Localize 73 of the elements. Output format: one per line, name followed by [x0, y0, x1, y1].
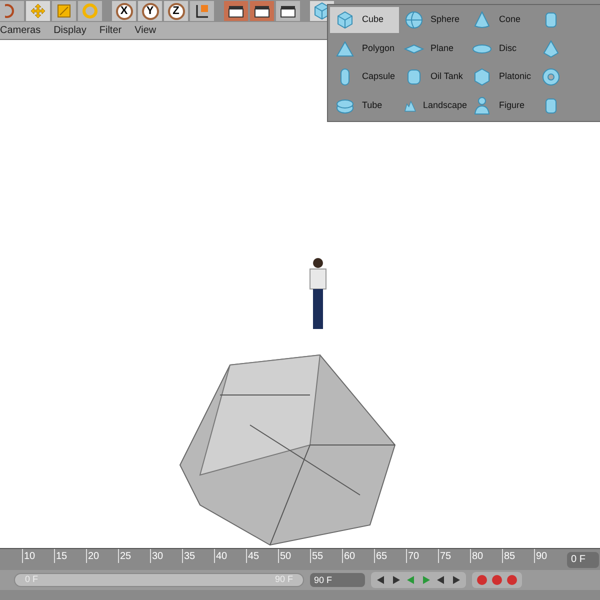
current-frame-field[interactable]: 0 F — [567, 552, 599, 568]
frame-tick-label: 70 — [406, 549, 438, 563]
scale-icon — [57, 4, 71, 18]
menu-item-label: Polygon — [362, 42, 395, 55]
menu-item-label: Capsule — [362, 70, 396, 84]
frame-tick-label: 30 — [150, 549, 182, 563]
playback-icon[interactable] — [435, 575, 447, 585]
playback-icon[interactable] — [390, 575, 402, 585]
render-picture-button[interactable] — [250, 1, 274, 21]
menu-item[interactable]: Plane — [398, 36, 467, 62]
menu-item-label: Disc — [499, 42, 516, 55]
menu-item[interactable]: View — [134, 23, 156, 38]
menu-item-label: Plane — [430, 42, 454, 55]
move-button[interactable] — [26, 1, 50, 21]
menu-item-label: Platonic — [499, 70, 532, 84]
axis-toggle-button[interactable]: X — [112, 1, 136, 21]
frame-tick-label: 50 — [278, 549, 310, 563]
menu-item[interactable]: Polygon — [330, 36, 398, 62]
render-view-button[interactable] — [224, 1, 248, 21]
axis-toggle-button[interactable]: Z — [164, 1, 188, 21]
menu-item[interactable]: Platonic — [467, 64, 536, 90]
menu-item-label: Cone — [499, 13, 521, 26]
frame-tick-label: 40 — [214, 549, 246, 563]
clapperboard-icon — [228, 4, 244, 18]
menu-item[interactable]: Filter — [99, 23, 122, 38]
menu-item-label: Oil Tank — [430, 70, 463, 84]
menu-item-label: Sphere — [430, 13, 460, 26]
frame-tick-label: 85 — [502, 549, 534, 563]
frame-tick-label: 65 — [374, 549, 406, 563]
frame-tick-label: 75 — [438, 549, 470, 563]
menu-item[interactable]: Tube — [330, 92, 398, 118]
coordinate-system-button[interactable] — [190, 1, 214, 21]
frame-tick-label: 80 — [470, 549, 502, 563]
record-icon[interactable] — [476, 574, 488, 586]
menu-item-label: Landscape — [422, 98, 467, 112]
torus-icon — [540, 66, 562, 88]
menu-item[interactable]: Sphere — [398, 7, 467, 33]
menu-item[interactable]: Cube — [330, 7, 398, 33]
move-arrows-icon — [30, 3, 46, 19]
frame-tick-label: 15 — [54, 549, 86, 563]
frame-tick-label: 10 — [22, 549, 54, 563]
playback-icon[interactable] — [375, 575, 387, 585]
frame-tick-label: 55 — [310, 549, 342, 563]
sphere-icon — [402, 9, 424, 31]
frame-tick-label: 45 — [246, 549, 278, 563]
menu-item[interactable]: Disc — [467, 36, 536, 62]
axis-cube-icon — [194, 3, 210, 19]
clapperboard-icon — [254, 4, 270, 18]
menu-item[interactable]: Capsule — [330, 64, 398, 90]
menu-item[interactable]: Oil Tank — [398, 64, 467, 90]
frame-tick-label: 35 — [182, 549, 214, 563]
menu-item[interactable]: Display — [54, 23, 86, 38]
menu-item[interactable]: Landscape — [398, 92, 467, 118]
menu-item[interactable]: Cameras — [0, 23, 41, 38]
menu-item-label: Tube — [362, 98, 382, 112]
rotate-icon — [82, 3, 98, 19]
record-icon[interactable] — [491, 574, 503, 586]
record-icon[interactable] — [506, 574, 518, 586]
frame-tick-label: 25 — [118, 549, 150, 563]
scale-button[interactable] — [52, 1, 76, 21]
render-settings-button[interactable] — [276, 1, 300, 21]
playback-icon[interactable] — [450, 575, 462, 585]
frame-tick-label: 90 — [534, 549, 566, 563]
end-frame-field[interactable]: 90 F — [310, 573, 365, 587]
tool-button[interactable] — [0, 1, 24, 21]
frame-tick-label: 20 — [86, 549, 118, 563]
menu-item-label: Figure — [499, 98, 525, 112]
menu-item[interactable]: Figure — [467, 92, 536, 118]
axis-toggle-button[interactable]: Y — [138, 1, 162, 21]
menu-item[interactable]: Cone — [467, 7, 536, 33]
menu-item-label: Cube — [362, 13, 384, 26]
frame-tick-label: 60 — [342, 549, 374, 563]
clapperboard-icon — [280, 4, 296, 18]
